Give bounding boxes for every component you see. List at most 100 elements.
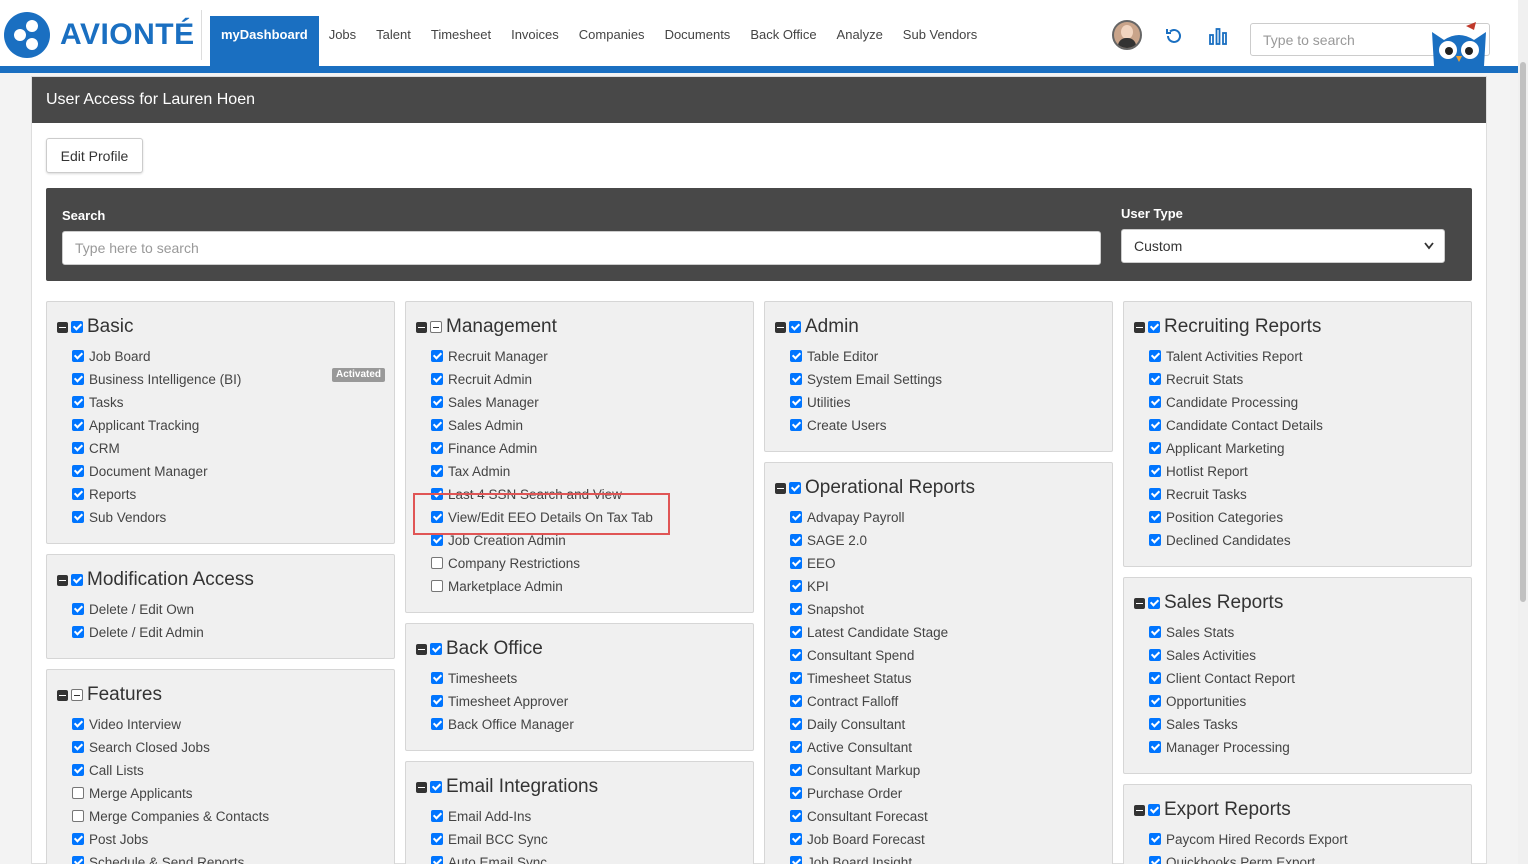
collapse-icon[interactable] [416, 781, 427, 793]
collapse-icon[interactable] [1134, 321, 1145, 333]
nav-item-sub-vendors[interactable]: Sub Vendors [893, 16, 987, 66]
nav-item-jobs[interactable]: Jobs [319, 16, 366, 66]
logo[interactable]: AVIONTÉ [4, 12, 195, 58]
permission-checkbox[interactable] [431, 695, 443, 707]
nav-item-documents[interactable]: Documents [655, 16, 741, 66]
permission-checkbox[interactable] [790, 695, 802, 707]
permission-opportunities[interactable]: Opportunities [1149, 691, 1246, 711]
permission-call-lists[interactable]: Call Lists [72, 760, 144, 780]
permission-recruit-manager[interactable]: Recruit Manager [431, 346, 548, 366]
permission-checkbox[interactable] [72, 741, 84, 753]
user-type-select[interactable]: Custom [1121, 229, 1445, 263]
group-checkbox[interactable] [789, 482, 801, 494]
permission-checkbox[interactable] [790, 557, 802, 569]
permission-checkbox[interactable] [790, 626, 802, 638]
permission-checkbox[interactable] [72, 856, 84, 864]
permission-hotlist-report[interactable]: Hotlist Report [1149, 461, 1248, 481]
permission-checkbox[interactable] [1149, 856, 1161, 864]
permission-candidate-contact-details[interactable]: Candidate Contact Details [1149, 415, 1323, 435]
permission-checkbox[interactable] [431, 350, 443, 362]
permission-job-board[interactable]: Job Board [72, 346, 151, 366]
collapse-icon[interactable] [1134, 804, 1145, 816]
permission-checkbox[interactable] [1149, 741, 1161, 753]
permission-checkbox[interactable] [431, 856, 443, 864]
permission-checkbox[interactable] [72, 718, 84, 730]
permission-checkbox[interactable] [1149, 626, 1161, 638]
permission-checkbox[interactable] [790, 396, 802, 408]
permission-crm[interactable]: CRM [72, 438, 120, 458]
permission-position-categories[interactable]: Position Categories [1149, 507, 1283, 527]
permission-reports[interactable]: Reports [72, 484, 136, 504]
permission-client-contact-report[interactable]: Client Contact Report [1149, 668, 1295, 688]
permission-checkbox[interactable] [72, 373, 84, 385]
permission-checkbox[interactable] [72, 350, 84, 362]
permission-tasks[interactable]: Tasks [72, 392, 124, 412]
collapse-icon[interactable] [775, 321, 786, 333]
permission-checkbox[interactable] [790, 419, 802, 431]
nav-item-invoices[interactable]: Invoices [501, 16, 569, 66]
permission-checkbox[interactable] [1149, 396, 1161, 408]
group-checkbox[interactable] [1148, 804, 1160, 816]
permission-checkbox[interactable] [431, 557, 443, 569]
permission-timesheet-approver[interactable]: Timesheet Approver [431, 691, 568, 711]
permission-checkbox[interactable] [1149, 718, 1161, 730]
permission-sales-admin[interactable]: Sales Admin [431, 415, 523, 435]
permission-consultant-markup[interactable]: Consultant Markup [790, 760, 920, 780]
permission-job-board-forecast[interactable]: Job Board Forecast [790, 829, 925, 849]
collapse-icon[interactable] [416, 643, 427, 655]
permission-business-intelligence-bi[interactable]: Business Intelligence (BI) [72, 369, 241, 389]
permission-email-add-ins[interactable]: Email Add-Ins [431, 806, 531, 826]
permission-consultant-forecast[interactable]: Consultant Forecast [790, 806, 928, 826]
group-checkbox[interactable] [1148, 321, 1160, 333]
permission-create-users[interactable]: Create Users [790, 415, 887, 435]
permission-checkbox[interactable] [790, 718, 802, 730]
permission-checkbox[interactable] [72, 764, 84, 776]
permission-checkbox[interactable] [431, 465, 443, 477]
permission-checkbox[interactable] [1149, 465, 1161, 477]
permission-applicant-marketing[interactable]: Applicant Marketing [1149, 438, 1285, 458]
permission-sales-activities[interactable]: Sales Activities [1149, 645, 1256, 665]
permission-checkbox[interactable] [790, 856, 802, 864]
permission-checkbox[interactable] [72, 396, 84, 408]
permission-checkbox[interactable] [1149, 833, 1161, 845]
group-checkbox[interactable] [71, 689, 83, 701]
group-checkbox[interactable] [789, 321, 801, 333]
permission-latest-candidate-stage[interactable]: Latest Candidate Stage [790, 622, 948, 642]
collapse-icon[interactable] [775, 482, 786, 494]
permission-recruit-tasks[interactable]: Recruit Tasks [1149, 484, 1247, 504]
permission-manager-processing[interactable]: Manager Processing [1149, 737, 1290, 757]
permission-post-jobs[interactable]: Post Jobs [72, 829, 148, 849]
permission-checkbox[interactable] [790, 580, 802, 592]
permission-checkbox[interactable] [431, 442, 443, 454]
group-checkbox[interactable] [430, 643, 442, 655]
nav-item-talent[interactable]: Talent [366, 16, 421, 66]
permission-declined-candidates[interactable]: Declined Candidates [1149, 530, 1291, 550]
collapse-icon[interactable] [1134, 597, 1145, 609]
permission-checkbox[interactable] [1149, 373, 1161, 385]
collapse-icon[interactable] [57, 689, 68, 701]
permission-recruit-admin[interactable]: Recruit Admin [431, 369, 532, 389]
permission-checkbox[interactable] [790, 741, 802, 753]
permission-search-input[interactable] [62, 231, 1101, 265]
group-checkbox[interactable] [71, 321, 83, 333]
permission-tax-admin[interactable]: Tax Admin [431, 461, 510, 481]
permission-checkbox[interactable] [431, 718, 443, 730]
permission-document-manager[interactable]: Document Manager [72, 461, 208, 481]
permission-contract-falloff[interactable]: Contract Falloff [790, 691, 898, 711]
permission-video-interview[interactable]: Video Interview [72, 714, 181, 734]
group-checkbox[interactable] [1148, 597, 1160, 609]
permission-sage-2-0[interactable]: SAGE 2.0 [790, 530, 867, 550]
permission-checkbox[interactable] [1149, 649, 1161, 661]
permission-merge-applicants[interactable]: Merge Applicants [72, 783, 193, 803]
permission-checkbox[interactable] [431, 810, 443, 822]
permission-recruit-stats[interactable]: Recruit Stats [1149, 369, 1243, 389]
edit-profile-button[interactable]: Edit Profile [46, 138, 143, 173]
bar-chart-icon[interactable] [1208, 26, 1228, 50]
group-checkbox[interactable] [430, 781, 442, 793]
permission-checkbox[interactable] [790, 810, 802, 822]
permission-system-email-settings[interactable]: System Email Settings [790, 369, 942, 389]
permission-checkbox[interactable] [431, 672, 443, 684]
permission-checkbox[interactable] [72, 810, 84, 822]
permission-email-bcc-sync[interactable]: Email BCC Sync [431, 829, 548, 849]
permission-sub-vendors[interactable]: Sub Vendors [72, 507, 166, 527]
